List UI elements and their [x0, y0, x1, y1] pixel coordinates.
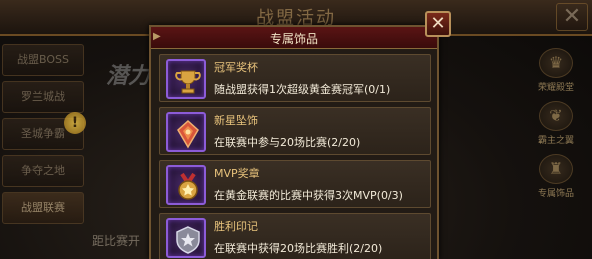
emblem-icon: [166, 218, 206, 258]
background-tab-list: 战盟BOSS 罗兰城战 圣城争霸 争夺之地 战盟联赛: [2, 44, 88, 229]
trophy-icon: [166, 59, 206, 99]
item-name: 新星坠饰: [214, 114, 258, 127]
medal-icon: [166, 165, 206, 205]
popup-header: ▶ 专属饰品: [151, 27, 437, 49]
tab-alliance-boss[interactable]: 战盟BOSS: [2, 44, 84, 76]
tab-roland-war[interactable]: 罗兰城战: [2, 81, 84, 113]
trophy-icon: ♜: [539, 154, 573, 184]
item-name: 胜利印记: [214, 220, 258, 233]
side-item-overlord-wings[interactable]: ❦ 霸主之翼: [526, 101, 586, 149]
popup-title: 专属饰品: [269, 32, 318, 46]
tab-alliance-league[interactable]: 战盟联赛: [2, 192, 84, 224]
side-item-label: 荣耀殿堂: [537, 83, 574, 93]
accessories-popup: ▶ 专属饰品 冠军奖杯 随战盟获得1次超级黄金赛冠军(0/1) 新星坠饰 在联赛…: [149, 25, 439, 259]
tab-contested-land[interactable]: 争夺之地: [2, 155, 84, 187]
background-countdown-text: 距比赛开: [92, 234, 141, 248]
item-name: MVP奖章: [214, 167, 260, 180]
list-item[interactable]: 胜利印记 在联赛中获得20场比赛胜利(2/20): [159, 213, 431, 259]
item-description: 在联赛中参与20场比赛(2/20): [214, 136, 361, 149]
side-item-label: 霸主之翼: [537, 136, 574, 146]
side-item-hall-of-honor[interactable]: ♛ 荣耀殿堂: [526, 48, 586, 96]
side-item-exclusive-accessories[interactable]: ♜ 专属饰品: [526, 154, 586, 202]
list-item[interactable]: 冠军奖杯 随战盟获得1次超级黄金赛冠军(0/1): [159, 54, 431, 102]
item-name: 冠军奖杯: [214, 61, 258, 74]
background-close-button[interactable]: ✕: [556, 3, 588, 31]
side-item-label: 专属饰品: [537, 189, 574, 199]
alert-icon[interactable]: !: [64, 112, 86, 134]
wing-icon: ❦: [539, 101, 573, 131]
background-hero-text: 潜力: [106, 64, 151, 89]
accessory-list: 冠军奖杯 随战盟获得1次超级黄金赛冠军(0/1) 新星坠饰 在联赛中参与20场比…: [159, 54, 431, 259]
item-description: 在黄金联赛的比赛中获得3次MVP(0/3): [214, 189, 403, 202]
background-side-menu: ♛ 荣耀殿堂 ❦ 霸主之翼 ♜ 专属饰品: [526, 48, 586, 207]
item-description: 在联赛中获得20场比赛胜利(2/20): [214, 242, 383, 255]
crown-icon: ♛: [539, 48, 573, 78]
list-item[interactable]: MVP奖章 在黄金联赛的比赛中获得3次MVP(0/3): [159, 160, 431, 208]
popup-close-button[interactable]: ✕: [425, 11, 451, 37]
item-description: 随战盟获得1次超级黄金赛冠军(0/1): [214, 83, 391, 96]
pendant-icon: [166, 112, 206, 152]
list-item[interactable]: 新星坠饰 在联赛中参与20场比赛(2/20): [159, 107, 431, 155]
